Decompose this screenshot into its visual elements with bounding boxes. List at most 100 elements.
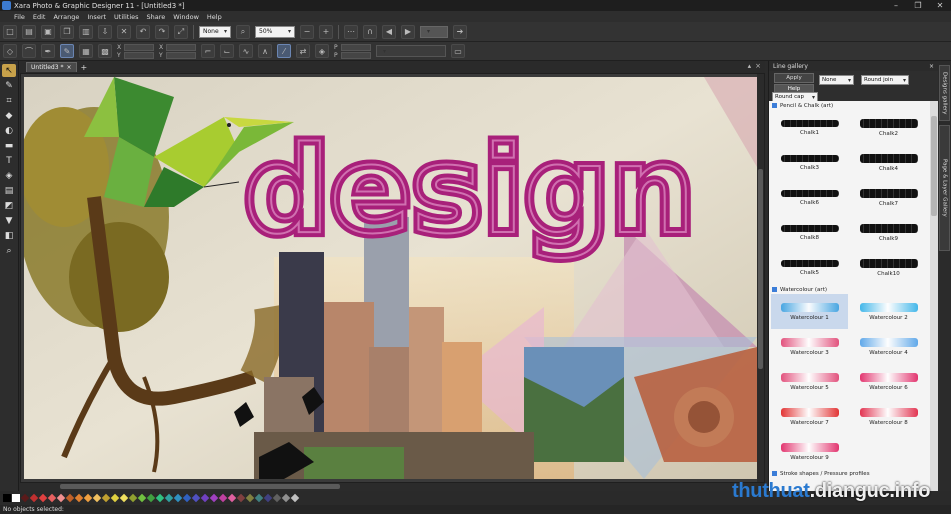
designs-gallery-tab[interactable]: Designs gallery <box>939 65 950 121</box>
eraser-tool-icon[interactable]: ◆ <box>2 109 16 122</box>
color-swatch[interactable] <box>137 493 147 503</box>
menu-window[interactable]: Window <box>173 13 199 21</box>
transparency-tool-icon[interactable]: ▤ <box>2 184 16 197</box>
disabled-dropdown[interactable] <box>420 25 448 38</box>
menu-help[interactable]: Help <box>207 13 222 21</box>
tab-close-icon[interactable]: × <box>66 64 71 71</box>
pin-icon[interactable]: ▴ <box>748 62 752 70</box>
go-arrow-icon[interactable]: ➔ <box>453 24 467 39</box>
color-swatch[interactable] <box>173 493 183 503</box>
menu-edit[interactable]: Edit <box>33 13 46 21</box>
color-swatch[interactable] <box>12 494 20 502</box>
zoom-tool-icon[interactable]: ⌕ <box>2 244 16 257</box>
undo-button[interactable]: ↶ <box>136 24 150 39</box>
profile-dropdown[interactable] <box>376 45 446 57</box>
color-swatch[interactable] <box>83 493 93 503</box>
crop-tool-icon[interactable]: ⌗ <box>2 94 16 107</box>
artwork[interactable]: design design <box>24 77 757 479</box>
page-layer-gallery-tab[interactable]: Page & Layer Gallery <box>939 125 950 251</box>
freehand-tool-icon[interactable]: ✎ <box>2 79 16 92</box>
none-dropdown[interactable]: None <box>819 75 854 85</box>
color-swatch[interactable] <box>281 493 291 503</box>
bevel-tool-icon[interactable]: ▼ <box>2 214 16 227</box>
color-swatch[interactable] <box>74 493 84 503</box>
watercolour-brush-item[interactable]: Watercolour 8 <box>850 399 927 434</box>
menu-file[interactable]: File <box>14 13 25 21</box>
blend-tool-icon[interactable]: ◧ <box>2 229 16 242</box>
text-tool-icon[interactable]: T <box>2 154 16 167</box>
watercolour-brush-item[interactable]: Watercolour 7 <box>771 399 848 434</box>
color-swatch[interactable] <box>146 493 156 503</box>
back-arrow-icon[interactable]: ◀ <box>382 24 396 39</box>
canvas-area[interactable]: design design <box>20 73 765 483</box>
color-swatch[interactable] <box>227 493 237 503</box>
menu-insert[interactable]: Insert <box>87 13 106 21</box>
category-stroke-shapes[interactable]: Stroke shapes / Pressure profiles <box>769 469 931 478</box>
import-button[interactable]: ⇩ <box>98 24 112 39</box>
fill-tool-icon[interactable]: ◈ <box>2 169 16 182</box>
gallery-close-icon[interactable]: × <box>929 63 934 70</box>
reverse-icon[interactable]: ⇄ <box>296 44 310 58</box>
vertical-scroll-thumb[interactable] <box>758 169 763 369</box>
color-swatch[interactable] <box>92 493 102 503</box>
pen-icon[interactable]: ✒ <box>41 44 55 58</box>
doc-close-icon[interactable]: × <box>755 62 761 70</box>
magnet-icon[interactable]: ∩ <box>363 24 377 39</box>
smooth-icon[interactable]: ∿ <box>239 44 253 58</box>
brush-icon[interactable]: ✎ <box>60 44 74 58</box>
horizontal-scroll-thumb[interactable] <box>60 484 340 489</box>
color-swatch[interactable] <box>254 493 264 503</box>
q-input[interactable] <box>341 51 371 59</box>
shadow-tool-icon[interactable]: ◩ <box>2 199 16 212</box>
grid-select-icon[interactable]: ▩ <box>98 44 112 58</box>
gallery-scroll-thumb[interactable] <box>931 116 937 216</box>
selector-tool-icon[interactable]: ↖ <box>2 64 16 77</box>
chalk-brush-item[interactable]: Chalk4 <box>850 145 927 180</box>
join-icon[interactable]: ⌐ <box>201 44 215 58</box>
color-swatch[interactable] <box>164 493 174 503</box>
rectangle-tool-icon[interactable]: ▬ <box>2 139 16 152</box>
save-button[interactable]: ▣ <box>41 24 55 39</box>
color-swatch[interactable] <box>182 493 192 503</box>
color-swatch[interactable] <box>56 493 66 503</box>
zoom-icon[interactable]: ⌕ <box>236 24 250 39</box>
pressure-icon[interactable]: ⁄ <box>277 44 291 58</box>
watercolour-brush-item[interactable]: Watercolour 5 <box>771 364 848 399</box>
shape-icon[interactable]: ◇ <box>3 44 17 58</box>
color-swatch[interactable] <box>155 493 165 503</box>
zoom-fit-button[interactable]: ⤢ <box>174 24 188 39</box>
redo-button[interactable]: ↷ <box>155 24 169 39</box>
menu-arrange[interactable]: Arrange <box>53 13 79 21</box>
new-document-button[interactable]: □ <box>3 24 17 39</box>
chalk-brush-item[interactable]: Chalk1 <box>771 110 848 145</box>
cusp-icon[interactable]: ∧ <box>258 44 272 58</box>
chalk-brush-item[interactable]: Chalk2 <box>850 110 927 145</box>
chalk-brush-item[interactable]: Chalk9 <box>850 215 927 250</box>
apply-button[interactable]: Apply <box>774 73 814 83</box>
forward-arrow-icon[interactable]: ▶ <box>401 24 415 39</box>
horizontal-scrollbar[interactable] <box>20 483 765 491</box>
watercolour-brush-item[interactable]: Watercolour 1 <box>771 294 848 329</box>
dots-icon[interactable]: ⋯ <box>344 24 358 39</box>
zoom-in-button[interactable]: + <box>319 24 333 39</box>
color-swatch[interactable] <box>128 493 138 503</box>
chalk-brush-item[interactable]: Chalk5 <box>771 250 848 285</box>
color-swatch[interactable] <box>272 493 282 503</box>
contour-tool-icon[interactable]: ◐ <box>2 124 16 137</box>
new-tab-button[interactable]: + <box>81 63 88 72</box>
chalk-brush-item[interactable]: Chalk10 <box>850 250 927 285</box>
watercolour-brush-item[interactable]: Watercolour 9 <box>771 434 848 469</box>
color-swatch[interactable] <box>110 493 120 503</box>
color-swatch[interactable] <box>65 493 75 503</box>
color-swatch[interactable] <box>236 493 246 503</box>
color-swatch[interactable] <box>245 493 255 503</box>
curve-icon[interactable]: ⌒ <box>22 44 36 58</box>
color-swatch[interactable] <box>29 493 39 503</box>
chalk-brush-item[interactable]: Chalk3 <box>771 145 848 180</box>
color-swatch[interactable] <box>119 493 129 503</box>
x2-input[interactable] <box>166 43 196 51</box>
y2-input[interactable] <box>166 51 196 59</box>
options-icon[interactable]: ▭ <box>451 44 465 58</box>
chalk-brush-item[interactable]: Chalk6 <box>771 180 848 215</box>
x-input[interactable] <box>124 43 154 51</box>
